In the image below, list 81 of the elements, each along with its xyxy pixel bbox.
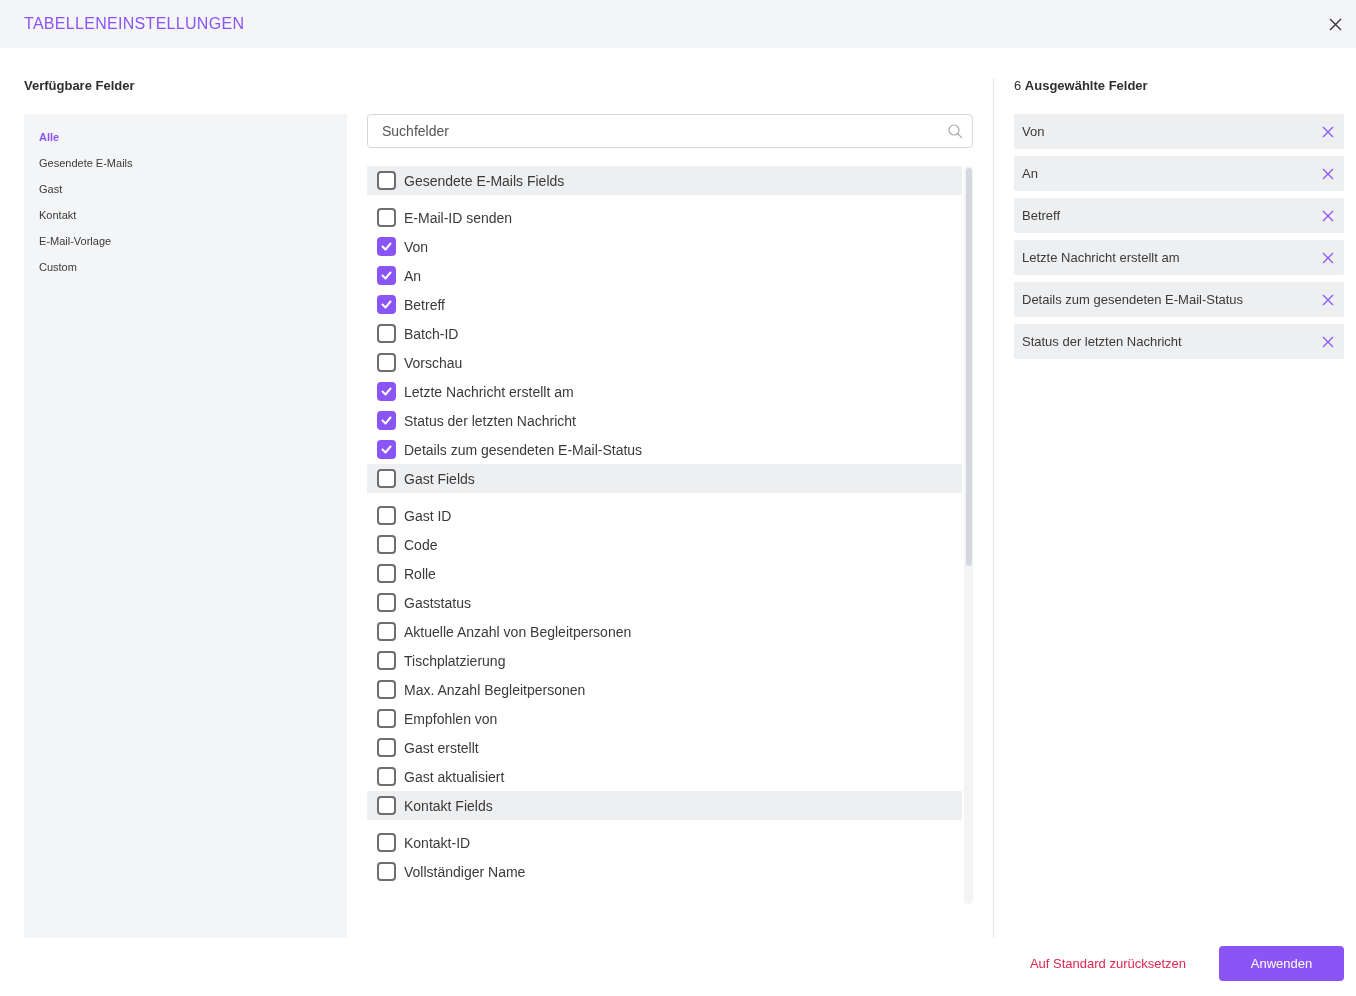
field-label: Gast ID <box>404 507 452 524</box>
apply-button[interactable]: Anwenden <box>1219 945 1344 981</box>
field-label: E-Mail-ID senden <box>404 209 513 226</box>
field-label: Gaststatus <box>404 594 471 611</box>
checkbox[interactable] <box>377 535 396 554</box>
category-item[interactable]: Alle <box>24 124 347 150</box>
group-label: Gesendete E-Mails Fields <box>404 172 565 189</box>
field-label: Status der letzten Nachricht <box>404 412 576 429</box>
field-label: Kontakt-ID <box>404 834 471 851</box>
checkbox[interactable] <box>377 593 396 612</box>
checkbox[interactable] <box>377 738 396 757</box>
remove-button[interactable] <box>1322 209 1334 222</box>
field-label: Von <box>404 238 429 255</box>
check-icon <box>381 387 392 396</box>
field-label: Tischplatzierung <box>404 652 506 669</box>
category-item[interactable]: E-Mail-Vorlage <box>24 228 347 254</box>
scrollbar-track[interactable] <box>964 166 973 904</box>
remove-button[interactable] <box>1322 335 1334 348</box>
check-icon <box>381 271 392 280</box>
checkbox[interactable] <box>377 171 396 190</box>
field-label: Batch-ID <box>404 325 459 342</box>
checkbox[interactable] <box>377 506 396 525</box>
checkbox[interactable] <box>377 266 396 285</box>
checkbox[interactable] <box>377 237 396 256</box>
field-label: Betreff <box>404 296 445 313</box>
field-label: Vorschau <box>404 354 463 371</box>
checkbox[interactable] <box>377 862 396 881</box>
checkbox[interactable] <box>377 208 396 227</box>
check-icon <box>381 300 392 309</box>
remove-button[interactable] <box>1322 293 1334 306</box>
search-field[interactable]: Suchfelder <box>367 114 973 148</box>
remove-button[interactable] <box>1322 125 1334 138</box>
search-icon <box>948 124 963 139</box>
check-icon <box>381 445 392 454</box>
checkbox[interactable] <box>377 469 396 488</box>
checkbox[interactable] <box>377 680 396 699</box>
scrollbar-thumb[interactable] <box>965 168 972 566</box>
section-heading: Verfügbare Felder <box>24 78 136 95</box>
checkbox[interactable] <box>377 295 396 314</box>
field-label: Letzte Nachricht erstellt am <box>404 383 574 400</box>
group-label: Gast Fields <box>404 470 475 487</box>
selected-field-label: Betreff <box>1022 208 1061 223</box>
checkbox[interactable] <box>377 767 396 786</box>
selected-field-label: An <box>1022 166 1038 181</box>
selected-heading: 6 Ausgewählte Felder <box>1014 78 1149 95</box>
category-item[interactable]: Custom <box>24 254 347 280</box>
category-item[interactable]: Kontakt <box>24 202 347 228</box>
selected-field-label: Details zum gesendeten E-Mail-Status <box>1022 292 1244 307</box>
category-item[interactable]: Gesendete E-Mails <box>24 150 347 176</box>
checkbox[interactable] <box>377 353 396 372</box>
field-label: Vollständiger Name <box>404 863 526 880</box>
checkbox[interactable] <box>377 324 396 343</box>
category-item[interactable]: Gast <box>24 176 347 202</box>
checkbox[interactable] <box>377 709 396 728</box>
field-label: Gast erstellt <box>404 739 479 756</box>
dialog-title: TABELLENEINSTELLUNGEN <box>24 15 245 33</box>
field-label: Gast aktualisiert <box>404 768 505 785</box>
field-label: Rolle <box>404 565 436 582</box>
check-icon <box>381 242 392 251</box>
checkbox[interactable] <box>377 411 396 430</box>
field-label: Code <box>404 536 438 553</box>
field-label: Max. Anzahl Begleitpersonen <box>404 681 586 698</box>
selected-field-label: Status der letzten Nachricht <box>1022 334 1182 349</box>
field-label: Details zum gesendeten E-Mail-Status <box>404 441 643 458</box>
checkbox[interactable] <box>377 564 396 583</box>
check-icon <box>381 416 392 425</box>
checkbox[interactable] <box>377 622 396 641</box>
checkbox[interactable] <box>377 833 396 852</box>
reset-link[interactable]: Auf Standard zurücksetzen <box>1029 955 1186 971</box>
remove-button[interactable] <box>1322 167 1334 180</box>
selected-field-label: Von <box>1022 124 1045 139</box>
field-label: An <box>404 267 422 284</box>
remove-button[interactable] <box>1322 251 1334 264</box>
checkbox[interactable] <box>377 651 396 670</box>
checkbox[interactable] <box>377 440 396 459</box>
field-label: Aktuelle Anzahl von Begleitpersonen <box>404 623 632 640</box>
checkbox[interactable] <box>377 382 396 401</box>
selected-field-label: Letzte Nachricht erstellt am <box>1022 250 1180 265</box>
field-label: Empfohlen von <box>404 710 498 727</box>
checkbox[interactable] <box>377 796 396 815</box>
group-label: Kontakt Fields <box>404 797 493 814</box>
